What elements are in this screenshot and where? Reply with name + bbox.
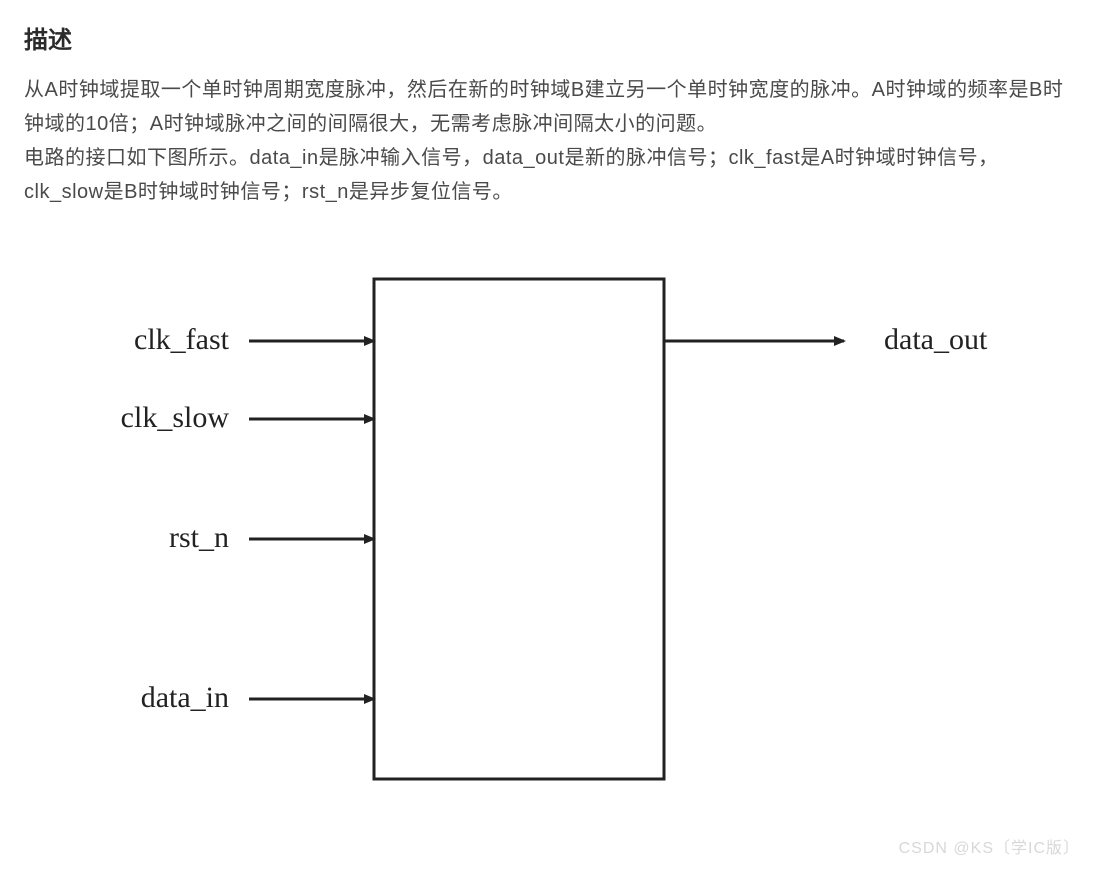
watermark-text: CSDN @KS〔学IC版〕 bbox=[899, 834, 1080, 858]
input-label-data-in: data_in bbox=[141, 681, 229, 714]
output-label-data-out: data_out bbox=[884, 323, 988, 356]
input-label-rst-n: rst_n bbox=[169, 521, 229, 554]
description-paragraph: 从A时钟域提取一个单时钟周期宽度脉冲，然后在新的时钟域B建立另一个单时钟宽度的脉… bbox=[24, 73, 1078, 209]
input-label-clk-slow: clk_slow bbox=[121, 401, 230, 434]
module-box bbox=[374, 279, 664, 779]
input-label-clk-fast: clk_fast bbox=[134, 323, 230, 356]
section-heading: 描述 bbox=[24, 20, 1078, 55]
block-diagram: clk_fast clk_slow rst_n data_in data_out bbox=[24, 249, 1078, 809]
